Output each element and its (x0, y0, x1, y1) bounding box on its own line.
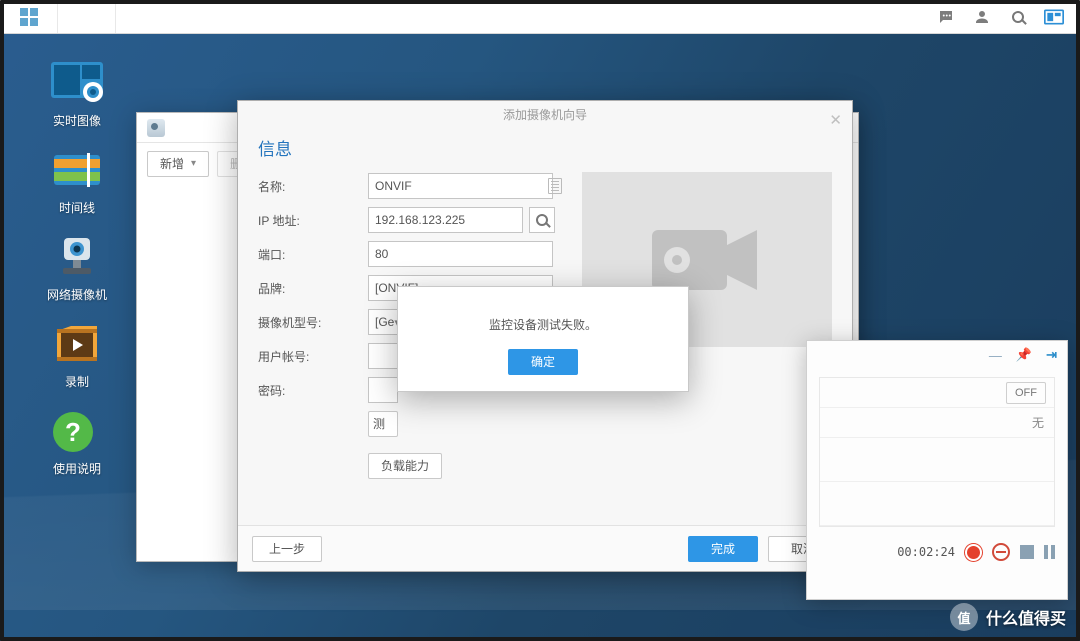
recording-status: 无 (820, 408, 1054, 438)
taskbar-surveillance-button[interactable] (58, 0, 116, 33)
note-icon[interactable] (548, 178, 562, 194)
password-field[interactable] (368, 377, 398, 403)
desktop-icon-timeline[interactable]: 时间线 (36, 147, 118, 216)
taskbar-widgets-icon[interactable] (1036, 0, 1072, 33)
stop-button[interactable] (1020, 545, 1034, 559)
pin-icon[interactable]: 📌 (1016, 347, 1032, 363)
recording-time: 00:02:24 (897, 545, 955, 559)
model-select[interactable]: [Ge (368, 309, 398, 335)
minimize-icon[interactable]: — (989, 348, 1002, 363)
taskbar (0, 0, 1080, 34)
label-model: 摄像机型号: (258, 314, 368, 331)
desktop-icon-help[interactable]: ? 使用说明 (36, 408, 118, 477)
desktop-icon-label: 实时图像 (53, 112, 101, 129)
desktop-icon-label: 网络摄像机 (47, 286, 107, 303)
desktop-icon-ipcamera[interactable]: 网络摄像机 (36, 234, 118, 303)
watermark: 值 什么值得买 (950, 603, 1066, 631)
prev-button[interactable]: 上一步 (252, 536, 322, 562)
label-port: 端口: (258, 246, 368, 263)
label-pass: 密码: (258, 382, 368, 399)
apps-grid-icon (20, 8, 38, 26)
finish-button[interactable]: 完成 (688, 536, 758, 562)
svg-text:?: ? (65, 417, 81, 447)
wizard-section-title: 信息 (238, 129, 852, 172)
ip-field[interactable] (368, 207, 523, 233)
camera-icon (78, 8, 96, 26)
new-button[interactable]: 新增 (147, 151, 209, 177)
stop-icon[interactable] (992, 543, 1010, 561)
timeline-icon (49, 147, 105, 193)
name-field[interactable] (368, 173, 553, 199)
desktop-icon-live[interactable]: 实时图像 (36, 60, 118, 129)
label-user: 用户帐号: (258, 348, 368, 365)
pause-button[interactable] (1044, 545, 1055, 559)
watermark-badge: 值 (950, 603, 978, 631)
desktop-icon-label: 录制 (65, 373, 89, 390)
watermark-text: 什么值得买 (986, 605, 1066, 629)
wizard-title: 添加摄像机向导 (503, 108, 587, 122)
desktop-icon-record[interactable]: 录制 (36, 321, 118, 390)
off-toggle[interactable]: OFF (1006, 382, 1046, 404)
error-dialog: 监控设备测试失败。 确定 (397, 286, 689, 392)
recording-controls: 00:02:24 (807, 535, 1067, 569)
desktop-icon-label: 时间线 (59, 199, 95, 216)
load-capability-button[interactable]: 负载能力 (368, 453, 442, 479)
record-icon (49, 321, 105, 367)
wizard-titlebar[interactable]: 添加摄像机向导 ✕ (238, 101, 852, 129)
wizard-footer: 上一步 完成 取消 (238, 525, 852, 571)
close-icon[interactable]: ✕ (829, 107, 842, 135)
desktop-icons: 实时图像 时间线 网络摄像机 录制 ? 使用说明 (36, 60, 118, 477)
taskbar-user-icon[interactable] (964, 0, 1000, 33)
recording-panel-header: — 📌 ⇥ (807, 341, 1067, 369)
search-icon (536, 214, 548, 226)
username-field[interactable] (368, 343, 398, 369)
label-name: 名称: (258, 178, 368, 195)
search-ip-button[interactable] (529, 207, 555, 233)
recording-panel: — 📌 ⇥ OFF 无 00:02:24 (806, 340, 1068, 600)
label-ip: IP 地址: (258, 212, 368, 229)
restore-icon[interactable]: ⇥ (1046, 347, 1057, 363)
taskbar-apps-button[interactable] (0, 0, 58, 33)
ipcamera-icon (49, 234, 105, 280)
ok-button[interactable]: 确定 (508, 349, 578, 375)
test-connection-button[interactable]: 测 (368, 411, 398, 437)
port-field[interactable] (368, 241, 553, 267)
help-icon: ? (49, 408, 105, 454)
live-view-icon (49, 60, 105, 106)
error-message: 监控设备测试失败。 (489, 316, 597, 333)
camera-icon (147, 119, 165, 137)
record-icon[interactable] (965, 544, 982, 561)
taskbar-search-icon[interactable] (1000, 0, 1036, 33)
taskbar-chat-icon[interactable] (928, 0, 964, 33)
recording-list: OFF 无 (819, 377, 1055, 527)
label-brand: 品牌: (258, 280, 368, 297)
desktop-icon-label: 使用说明 (53, 460, 101, 477)
